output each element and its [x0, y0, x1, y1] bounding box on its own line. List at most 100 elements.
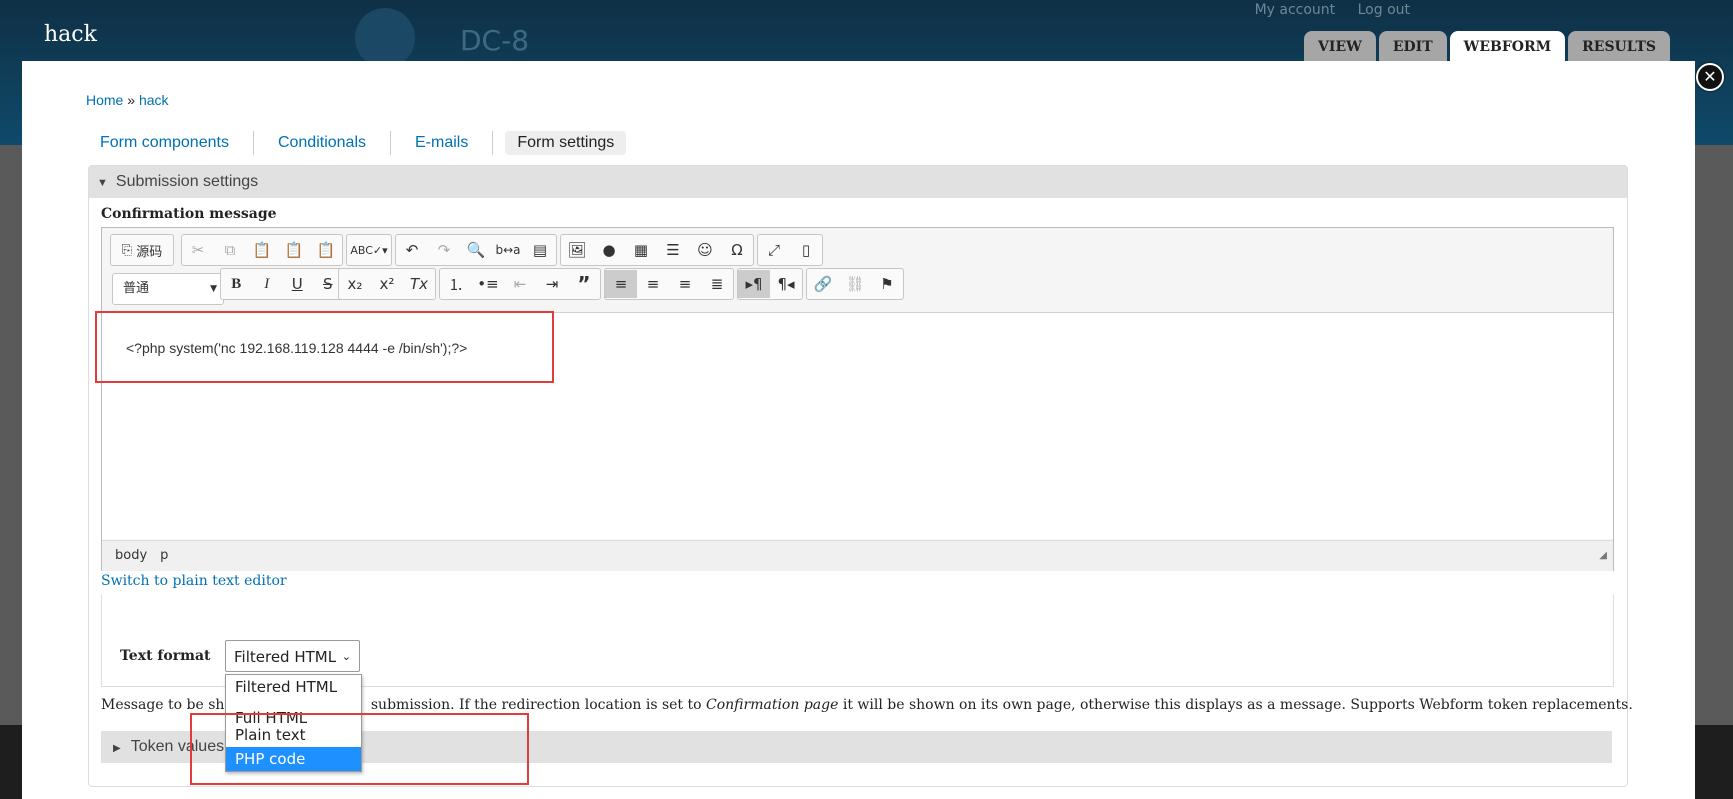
align-center-icon[interactable]: ≡ [637, 270, 669, 298]
show-blocks-icon[interactable]: ▯ [790, 236, 822, 264]
format-select-value: 普通 [123, 281, 150, 296]
breadcrumb-current[interactable]: hack [139, 92, 169, 108]
switch-plain-text-link[interactable]: Switch to plain text editor [101, 573, 287, 589]
drupal-logo[interactable] [355, 8, 415, 68]
find-icon[interactable]: 🔍 [460, 236, 492, 264]
breadcrumb-home[interactable]: Home [86, 92, 123, 108]
italic-icon[interactable]: I [252, 270, 283, 298]
paste-text-icon[interactable]: 📋 [278, 236, 310, 264]
highlight-box-code [95, 311, 554, 383]
tab-form-components[interactable]: Form components [88, 131, 241, 155]
submission-settings-title: Submission settings [115, 173, 259, 190]
link-group: 🔗 ⛓ ⚑ [806, 268, 904, 300]
basic-styles-group: B I U S [220, 268, 344, 300]
submission-settings-legend[interactable]: ▼ Submission settings [89, 166, 1627, 198]
maximize-icon[interactable]: ⤢ [758, 236, 790, 264]
description-end: it will be shown on its own page, otherw… [838, 697, 1633, 713]
list-group: ⒈ •≡ ⇤ ⇥ ” [439, 268, 601, 300]
redo-icon[interactable]: ↷ [428, 236, 460, 264]
horizontal-rule-icon[interactable]: ☰ [657, 236, 689, 264]
link-icon[interactable]: 🔗 [807, 270, 839, 298]
site-name[interactable]: hack [44, 22, 97, 47]
view-group: ⤢ ▯ [757, 234, 823, 266]
collapse-triangle-icon: ▼ [97, 177, 108, 189]
resize-handle-icon[interactable]: ◢ [1599, 541, 1607, 571]
image-icon[interactable]: 🖼 [561, 236, 593, 264]
format-select[interactable]: 普通 ▼ [112, 273, 224, 305]
option-filtered-html[interactable]: Filtered HTML [226, 675, 361, 699]
anchor-flag-icon[interactable]: ⚑ [871, 270, 903, 298]
tab-webform[interactable]: WEBFORM [1449, 31, 1566, 61]
breadcrumb: Home » hack [86, 92, 169, 108]
numbered-list-icon[interactable]: ⒈ [440, 270, 472, 298]
outdent-icon[interactable]: ⇤ [504, 270, 536, 298]
tab-divider [390, 131, 391, 155]
my-account-link[interactable]: My account [1255, 2, 1336, 18]
script-group: x₂ x² Tx [338, 268, 436, 300]
tab-view[interactable]: VIEW [1304, 31, 1376, 61]
path-body[interactable]: body [115, 548, 147, 563]
replace-icon[interactable]: b↔a [492, 236, 524, 264]
description-right: submission. If the redirection location … [370, 697, 707, 713]
justify-icon[interactable]: ≣ [701, 270, 733, 298]
rtl-icon[interactable]: ¶◂ [770, 270, 802, 298]
tab-results[interactable]: RESULTS [1568, 31, 1670, 61]
text-format-value: Filtered HTML [234, 648, 337, 666]
tab-emails[interactable]: E-mails [403, 131, 480, 155]
direction-group: ▸¶ ¶◂ [737, 268, 803, 300]
breadcrumb-separator: » [127, 92, 136, 108]
paste-icon[interactable]: 📋 [246, 236, 278, 264]
cut-icon[interactable]: ✂ [182, 236, 214, 264]
confirmation-message-label: Confirmation message [101, 206, 277, 222]
text-format-label: Text format [120, 648, 211, 664]
superscript-icon[interactable]: x² [371, 270, 403, 298]
tab-form-settings[interactable]: Form settings [505, 131, 627, 155]
tab-edit[interactable]: EDIT [1378, 31, 1447, 61]
table-icon[interactable]: ▦ [625, 236, 657, 264]
paste-word-icon[interactable]: 📋 [310, 236, 342, 264]
remove-format-icon[interactable]: Tx [403, 270, 435, 298]
tab-divider [492, 131, 494, 155]
align-group: ≡ ≡ ≡ ≣ [604, 268, 734, 300]
bold-icon[interactable]: B [221, 270, 252, 298]
highlight-box-php-option [190, 713, 529, 785]
undo-icon[interactable]: ↶ [396, 236, 428, 264]
clipboard-group: ✂ ⧉ 📋 📋 📋 [181, 234, 343, 266]
tab-divider [252, 131, 254, 155]
spellcheck-group: ABC✓▾ [346, 234, 392, 266]
subscript-icon[interactable]: x₂ [339, 270, 371, 298]
rich-text-editor: ⎘ 源码 ✂ ⧉ 📋 📋 📋 ABC✓▾ ↶ ↷ 🔍 b↔a ▤ 🖼 ● ▦ ☰… [101, 227, 1614, 571]
ltr-icon[interactable]: ▸¶ [738, 270, 770, 298]
insert-group: 🖼 ● ▦ ☰ ☺ Ω [560, 234, 754, 266]
source-group: ⎘ 源码 [110, 234, 174, 266]
underline-icon[interactable]: U [282, 270, 313, 298]
spellcheck-icon[interactable]: ABC✓▾ [347, 236, 391, 264]
edit-group: ↶ ↷ 🔍 b↔a ▤ [395, 234, 557, 266]
close-overlay-button[interactable]: ✕ [1696, 63, 1724, 91]
special-char-icon[interactable]: Ω [721, 236, 753, 264]
copy-icon[interactable]: ⧉ [214, 236, 246, 264]
expand-triangle-icon: ▶ [113, 743, 121, 754]
indent-icon[interactable]: ⇥ [536, 270, 568, 298]
tab-conditionals[interactable]: Conditionals [266, 131, 378, 155]
bullet-list-icon[interactable]: •≡ [472, 270, 504, 298]
source-button[interactable]: ⎘ 源码 [111, 236, 173, 264]
align-right-icon[interactable]: ≡ [669, 270, 701, 298]
chevron-down-icon: ▼ [210, 284, 217, 294]
select-all-icon[interactable]: ▤ [524, 236, 556, 264]
path-p[interactable]: p [160, 548, 168, 563]
align-left-icon[interactable]: ≡ [605, 270, 637, 298]
description-italic: Confirmation page [706, 697, 839, 713]
text-format-select[interactable]: Filtered HTML ⌄ [225, 640, 360, 672]
smiley-icon[interactable]: ☺ [689, 236, 721, 264]
unlink-icon[interactable]: ⛓ [839, 270, 871, 298]
flash-icon[interactable]: ● [593, 236, 625, 264]
editor-toolbar: ⎘ 源码 ✂ ⧉ 📋 📋 📋 ABC✓▾ ↶ ↷ 🔍 b↔a ▤ 🖼 ● ▦ ☰… [102, 228, 1613, 313]
blockquote-icon[interactable]: ” [568, 270, 600, 298]
log-out-link[interactable]: Log out [1358, 2, 1410, 18]
source-icon: ⎘ [121, 242, 133, 258]
editor-path-bar: body p ◢ [102, 540, 1613, 571]
site-slogan: DC-8 [460, 24, 530, 57]
primary-tabs: VIEW EDIT WEBFORM RESULTS [1304, 31, 1670, 61]
description-left: Message to be sho [101, 697, 233, 713]
